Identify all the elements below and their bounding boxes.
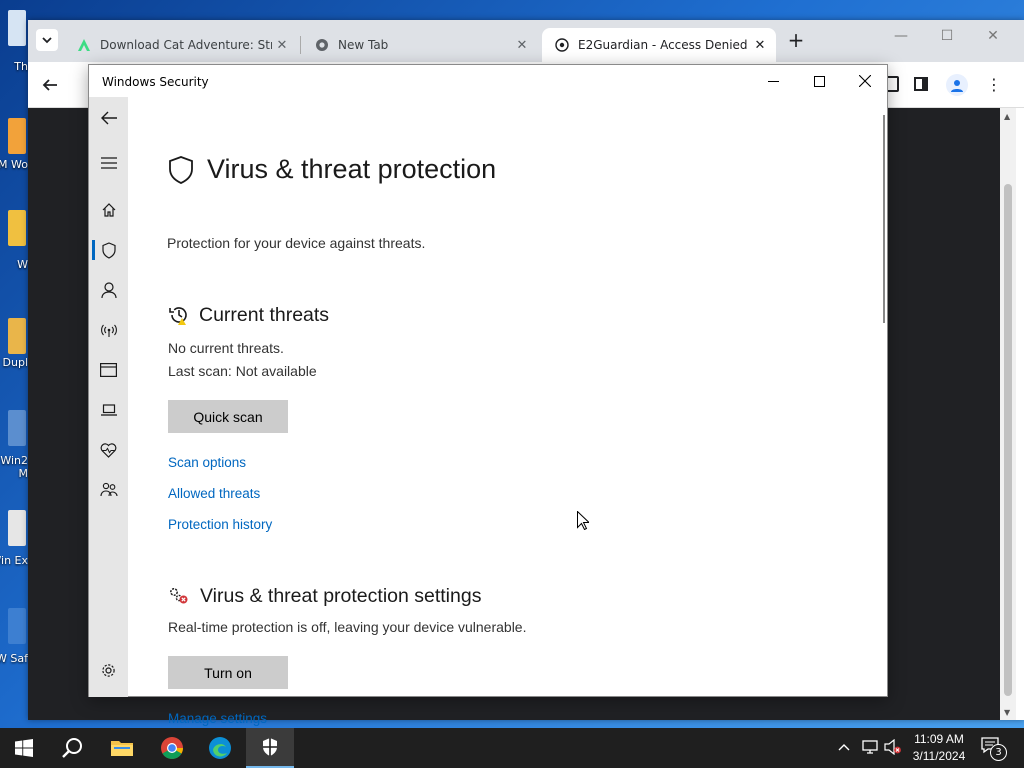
tab-strip: Download Cat Adventure: Stray ✕ New Tab …	[28, 20, 1024, 62]
settings-warning-icon	[168, 586, 190, 610]
desktop-icon-4[interactable]: W Dupl	[0, 318, 30, 388]
clock[interactable]: 11:09 AM 3/11/2024	[905, 731, 973, 765]
realtime-status-text: Real-time protection is off, leaving you…	[168, 619, 527, 635]
protection-settings-heading: Virus & threat protection settings	[200, 585, 482, 607]
scroll-down-icon[interactable]: ▼	[1004, 708, 1010, 717]
account-icon[interactable]	[89, 272, 128, 308]
wireless-icon[interactable]	[89, 312, 128, 348]
folder-icon	[111, 741, 133, 756]
chrome-icon	[161, 737, 183, 759]
close-tab-icon[interactable]: ✕	[512, 38, 532, 53]
main-content: Virus & threat protection Protection for…	[128, 97, 887, 726]
new-tab-button[interactable]: +	[786, 29, 806, 53]
clock-time: 11:09 AM	[914, 732, 964, 746]
threat-status: No current threats.	[168, 340, 284, 356]
tab-new-tab[interactable]: New Tab ✕	[302, 28, 538, 62]
file-explorer-button[interactable]	[98, 728, 146, 768]
desktop-icon-5[interactable]: Win2 M	[0, 410, 30, 490]
close-tab-icon[interactable]: ✕	[750, 38, 770, 53]
tab-e2guardian[interactable]: E2Guardian - Access Denied ✕	[542, 28, 776, 62]
desktop-icon-7[interactable]: W Saf	[0, 608, 30, 688]
desktop-icon-2[interactable]: VM Wo	[0, 118, 30, 188]
clock-date: 3/11/2024	[912, 749, 966, 763]
title-bar: Windows Security	[89, 65, 887, 97]
quick-scan-button[interactable]: Quick scan	[168, 400, 288, 433]
protection-history-link[interactable]: Protection history	[168, 517, 272, 532]
back-icon[interactable]	[38, 74, 62, 96]
side-panel-icon[interactable]	[914, 77, 928, 91]
mouse-cursor	[577, 510, 591, 534]
window-title: Windows Security	[102, 75, 209, 89]
maximize-button[interactable]	[796, 65, 842, 97]
page-title: Virus & threat protection	[207, 154, 497, 184]
tab-cat-adventure[interactable]: Download Cat Adventure: Stray ✕	[64, 28, 298, 62]
globe-icon	[554, 37, 570, 53]
minimize-button[interactable]	[750, 65, 796, 97]
chevron-up-icon[interactable]	[838, 738, 854, 758]
chrome-icon	[314, 37, 330, 53]
browser-minimize-button[interactable]: —	[878, 28, 924, 52]
notification-center-button[interactable]: 3	[980, 736, 1010, 762]
network-icon[interactable]	[862, 739, 882, 757]
edge-icon	[209, 737, 231, 759]
edge-taskbar-button[interactable]	[196, 728, 244, 768]
settings-gear-icon[interactable]	[89, 652, 128, 688]
manage-settings-link[interactable]: Manage settings	[168, 711, 267, 726]
home-icon[interactable]	[89, 192, 128, 228]
scan-history-icon	[168, 304, 190, 330]
current-threats-heading: Current threats	[199, 304, 330, 326]
page-scrollbar[interactable]: ▲ ▼	[1000, 108, 1016, 720]
chevron-down-icon	[42, 37, 52, 44]
menu-kebab-icon[interactable]: ⋮	[986, 74, 1002, 96]
health-heart-icon[interactable]	[89, 432, 128, 468]
tab-search-button[interactable]	[36, 29, 58, 51]
start-button[interactable]	[0, 728, 48, 768]
chrome-taskbar-button[interactable]	[148, 728, 196, 768]
navigation-rail	[89, 97, 128, 697]
notification-badge: 3	[990, 744, 1007, 761]
scan-options-link[interactable]: Scan options	[168, 455, 246, 470]
browser-maximize-button[interactable]: ☐	[924, 28, 970, 52]
close-button[interactable]	[842, 65, 888, 97]
windows-logo-icon	[15, 739, 33, 757]
turn-on-button[interactable]: Turn on	[168, 656, 288, 689]
windows-security-taskbar-button[interactable]	[246, 728, 294, 768]
desktop-icon-6[interactable]: Win Ex	[0, 510, 30, 580]
shield-icon	[168, 156, 194, 188]
profile-avatar-icon[interactable]	[946, 74, 968, 96]
scrollbar-thumb[interactable]	[1004, 184, 1012, 696]
taskbar: 11:09 AM 3/11/2024 3	[0, 728, 1024, 768]
family-options-icon[interactable]	[89, 472, 128, 508]
back-icon[interactable]	[89, 100, 128, 136]
content-scrollbar[interactable]	[883, 115, 885, 323]
page-subtitle: Protection for your device against threa…	[167, 235, 426, 251]
volume-muted-icon[interactable]	[884, 738, 904, 757]
last-scan-text: Last scan: Not available	[168, 363, 317, 379]
desktop-icon-3[interactable]: W	[0, 210, 30, 271]
browser-close-button[interactable]: ✕	[970, 28, 1016, 52]
allowed-threats-link[interactable]: Allowed threats	[168, 486, 260, 501]
search-button[interactable]	[48, 728, 96, 768]
search-icon	[62, 738, 82, 758]
hamburger-menu-icon[interactable]	[89, 145, 128, 181]
android-icon	[76, 37, 92, 53]
desktop-icon-1[interactable]: Th	[0, 8, 30, 73]
app-browser-icon[interactable]	[89, 352, 128, 388]
windows-security-window: Windows Security Virus & threat protecti…	[88, 64, 888, 726]
shield-icon	[263, 738, 277, 756]
device-security-icon[interactable]	[89, 392, 128, 428]
scroll-up-icon[interactable]: ▲	[1004, 112, 1010, 121]
close-tab-icon[interactable]: ✕	[272, 38, 292, 53]
shield-icon[interactable]	[89, 232, 128, 268]
